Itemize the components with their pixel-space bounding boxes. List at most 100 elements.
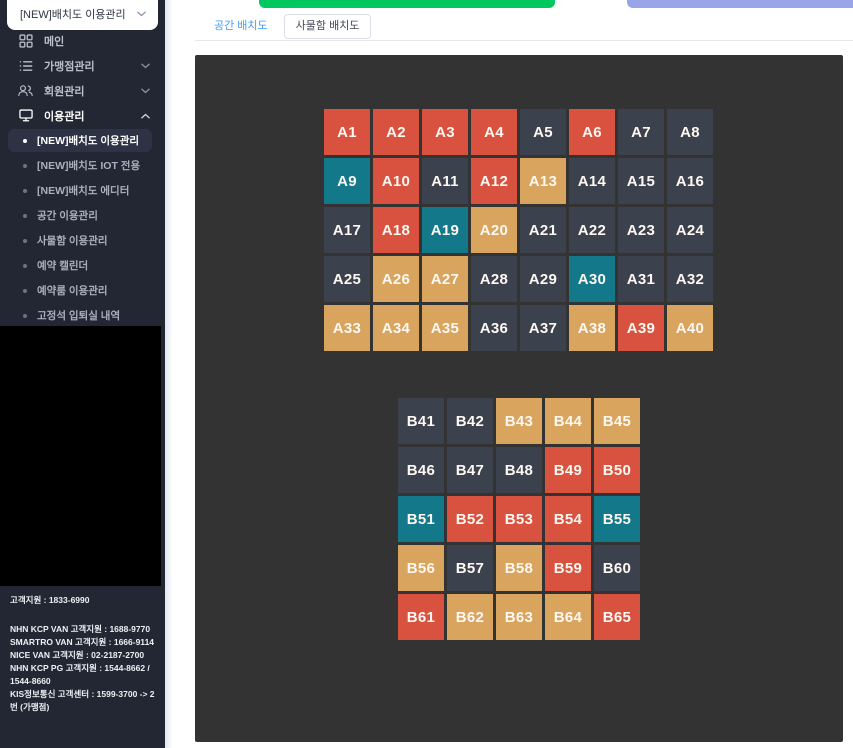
layout-selector-dropdown[interactable]: [NEW]배치도 이용관리 — [7, 0, 158, 30]
seat-b65[interactable]: B65 — [594, 594, 640, 640]
sidebar-item-4[interactable]: 이용관리 — [0, 103, 165, 128]
seat-b59[interactable]: B59 — [545, 545, 591, 591]
seat-b63[interactable]: B63 — [496, 594, 542, 640]
seat-a27[interactable]: A27 — [422, 256, 468, 302]
seat-a20[interactable]: A20 — [471, 207, 517, 253]
sidebar-subitem-label: 공간 이용관리 — [37, 210, 98, 222]
seat-a1[interactable]: A1 — [324, 109, 370, 155]
tab-locker-layout[interactable]: 사물함 배치도 — [283, 14, 372, 39]
bullet-icon — [23, 138, 27, 143]
seat-a16[interactable]: A16 — [667, 158, 713, 204]
seat-b55[interactable]: B55 — [594, 496, 640, 542]
seat-a32[interactable]: A32 — [667, 256, 713, 302]
seat-a9[interactable]: A9 — [324, 158, 370, 204]
seat-map-zone-a: A1 A2 A3 A4 A5 A6 A7 A8 A9 A10 A11 A12 A13 A14 A15 A16 A… — [324, 109, 713, 351]
seat-b56[interactable]: B56 — [398, 545, 444, 591]
seat-a19[interactable]: A19 — [422, 207, 468, 253]
sidebar-subitem-7[interactable]: 예약룸 이용관리 — [0, 278, 165, 303]
seat-a39[interactable]: A39 — [618, 305, 664, 351]
seat-a21[interactable]: A21 — [520, 207, 566, 253]
sidebar-subitem-1[interactable]: [NEW]배치도 이용관리 — [0, 128, 165, 153]
seat-b44[interactable]: B44 — [545, 398, 591, 444]
seat-a37[interactable]: A37 — [520, 305, 566, 351]
seat-a22[interactable]: A22 — [569, 207, 615, 253]
seat-a10[interactable]: A10 — [373, 158, 419, 204]
chevron-down-icon — [137, 11, 146, 17]
seat-a3[interactable]: A3 — [422, 109, 468, 155]
seat-b57[interactable]: B57 — [447, 545, 493, 591]
seat-b54[interactable]: B54 — [545, 496, 591, 542]
bullet-icon — [23, 263, 27, 268]
dashboard-icon — [18, 33, 33, 48]
seat-a14[interactable]: A14 — [569, 158, 615, 204]
seat-b43[interactable]: B43 — [496, 398, 542, 444]
support-primary-line: 고객지원 : 1833-6990 — [10, 595, 90, 605]
seat-a24[interactable]: A24 — [667, 207, 713, 253]
sidebar-item-2[interactable]: 가맹점관리 — [0, 53, 165, 78]
sidebar-item-label: 회원관리 — [44, 85, 85, 98]
seat-b61[interactable]: B61 — [398, 594, 444, 640]
seat-a33[interactable]: A33 — [324, 305, 370, 351]
support-line: NHN KCP VAN 고객지원 : 1688-9770 — [10, 624, 151, 634]
seat-a17[interactable]: A17 — [324, 207, 370, 253]
sidebar-subitem-5[interactable]: 사물함 이용관리 — [0, 228, 165, 253]
support-line: SMARTRO VAN 고객지원 : 1666-9114 — [10, 637, 155, 647]
seat-a34[interactable]: A34 — [373, 305, 419, 351]
sidebar-item-label: 가맹점관리 — [44, 60, 95, 73]
seat-a4[interactable]: A4 — [471, 109, 517, 155]
bullet-icon — [23, 288, 27, 293]
seat-b53[interactable]: B53 — [496, 496, 542, 542]
seat-a6[interactable]: A6 — [569, 109, 615, 155]
seat-a25[interactable]: A25 — [324, 256, 370, 302]
sidebar-subitem-6[interactable]: 예약 캘린더 — [0, 253, 165, 278]
seat-a28[interactable]: A28 — [471, 256, 517, 302]
seat-a7[interactable]: A7 — [618, 109, 664, 155]
sidebar-subitem-8[interactable]: 고정석 입퇴실 내역 — [0, 303, 165, 328]
seat-b49[interactable]: B49 — [545, 447, 591, 493]
seat-a2[interactable]: A2 — [373, 109, 419, 155]
seat-b42[interactable]: B42 — [447, 398, 493, 444]
seat-a31[interactable]: A31 — [618, 256, 664, 302]
seat-a30[interactable]: A30 — [569, 256, 615, 302]
seat-a23[interactable]: A23 — [618, 207, 664, 253]
seat-a35[interactable]: A35 — [422, 305, 468, 351]
seat-b62[interactable]: B62 — [447, 594, 493, 640]
seat-a29[interactable]: A29 — [520, 256, 566, 302]
sidebar-item-1[interactable]: 메인 — [0, 28, 165, 53]
seat-b48[interactable]: B48 — [496, 447, 542, 493]
redacted-area — [0, 326, 161, 586]
sidebar-subitem-4[interactable]: 공간 이용관리 — [0, 203, 165, 228]
seat-b45[interactable]: B45 — [594, 398, 640, 444]
sidebar-item-label: 메인 — [44, 35, 65, 48]
seat-b64[interactable]: B64 — [545, 594, 591, 640]
seat-a8[interactable]: A8 — [667, 109, 713, 155]
seat-a12[interactable]: A12 — [471, 158, 517, 204]
tab-space-layout[interactable]: 공간 배치도 — [203, 13, 279, 40]
seat-a11[interactable]: A11 — [422, 158, 468, 204]
seat-b51[interactable]: B51 — [398, 496, 444, 542]
sidebar-item-3[interactable]: 회원관리 — [0, 78, 165, 103]
sidebar-subitem-2[interactable]: [NEW]배치도 IOT 전용 — [0, 153, 165, 178]
seat-a5[interactable]: A5 — [520, 109, 566, 155]
seat-a40[interactable]: A40 — [667, 305, 713, 351]
seat-b47[interactable]: B47 — [447, 447, 493, 493]
purple-action-button[interactable] — [627, 0, 853, 8]
seat-a15[interactable]: A15 — [618, 158, 664, 204]
seat-b46[interactable]: B46 — [398, 447, 444, 493]
seat-a38[interactable]: A38 — [569, 305, 615, 351]
sidebar-subitem-3[interactable]: [NEW]배치도 에디터 — [0, 178, 165, 203]
seat-map-panel: A1 A2 A3 A4 A5 A6 A7 A8 A9 A10 A11 A12 A13 A14 A15 A16 A… — [195, 55, 843, 742]
seat-a13[interactable]: A13 — [520, 158, 566, 204]
support-line: NICE VAN 고객지원 : 02-2187-2700 — [10, 650, 145, 660]
sidebar-subitem-label: 예약룸 이용관리 — [37, 285, 108, 297]
seat-b41[interactable]: B41 — [398, 398, 444, 444]
seat-a18[interactable]: A18 — [373, 207, 419, 253]
seat-b52[interactable]: B52 — [447, 496, 493, 542]
bullet-icon — [23, 313, 27, 318]
seat-b58[interactable]: B58 — [496, 545, 542, 591]
seat-a26[interactable]: A26 — [373, 256, 419, 302]
seat-b50[interactable]: B50 — [594, 447, 640, 493]
green-action-button[interactable] — [259, 0, 555, 8]
seat-a36[interactable]: A36 — [471, 305, 517, 351]
seat-b60[interactable]: B60 — [594, 545, 640, 591]
